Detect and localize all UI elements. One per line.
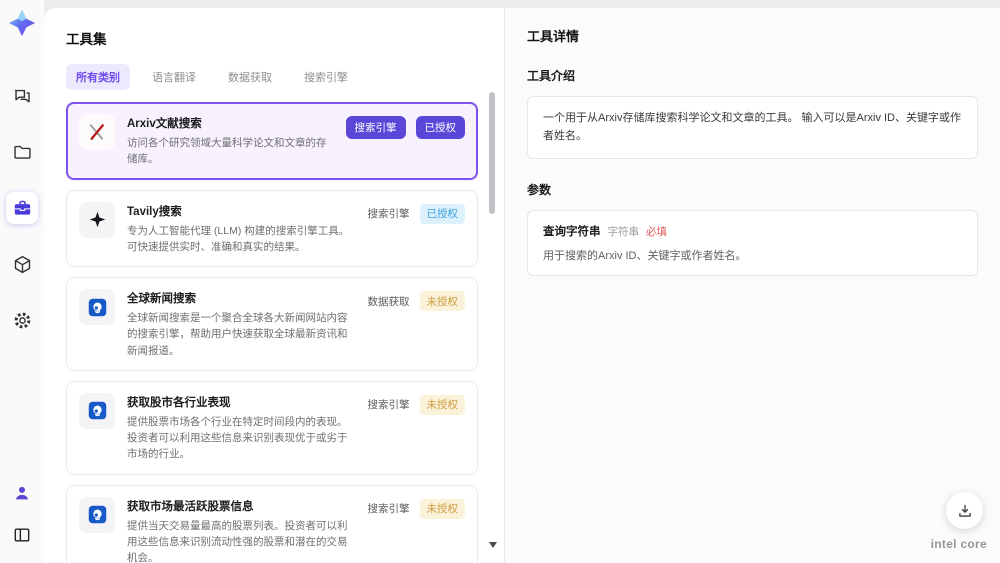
tool-description: 访问各个研究领域大量科学论文和文章的存储库。 — [127, 137, 327, 166]
tool-name: 获取股市各行业表现 — [127, 396, 231, 409]
tool-category-badge: 搜索引擎 — [367, 399, 410, 412]
parameter-required-flag: 必填 — [646, 226, 667, 239]
tool-card-4[interactable]: 获取市场最活跃股票信息 提供当天交易量最高的股票列表。投资者可以利用这些信息来识… — [66, 484, 478, 563]
tool-card-3[interactable]: 获取股市各行业表现 提供股票市场各个行业在特定时间段内的表现。投资者可以利用这些… — [66, 380, 478, 475]
scroll-down-arrow-icon[interactable] — [489, 542, 497, 548]
tool-description: 全球新闻搜索是一个聚合全球各大新闻网站内容的搜索引擎，帮助用户快速获取全球最新资… — [127, 312, 348, 357]
tool-card-1[interactable]: Tavily搜索 专为人工智能代理 (LLM) 构建的搜索引擎工具。可快速提供实… — [66, 189, 478, 268]
tool-name: 获取市场最活跃股票信息 — [127, 500, 254, 513]
tool-category-badge: 搜索引擎 — [345, 116, 406, 139]
tool-card-0[interactable]: Arxiv文献搜索 访问各个研究领域大量科学论文和文章的存储库。 搜索引擎 已授… — [66, 102, 478, 180]
panel-toggle-icon[interactable] — [6, 519, 38, 551]
chat-icon[interactable] — [6, 80, 38, 112]
folder-icon[interactable] — [6, 136, 38, 168]
tavily-icon — [79, 201, 115, 238]
cube-icon[interactable] — [6, 248, 38, 280]
tool-description: 专为人工智能代理 (LLM) 构建的搜索引擎工具。可快速提供实时、准确和真实的结… — [127, 224, 350, 253]
params-heading: 参数 — [527, 183, 552, 198]
tool-name: Arxiv文献搜索 — [127, 118, 202, 130]
tool-name: Tavily搜索 — [127, 205, 182, 218]
stock-search-icon — [79, 392, 115, 429]
tool-category-badge: 数据获取 — [367, 295, 410, 308]
tab-2[interactable]: 数据获取 — [218, 64, 282, 90]
tool-status-badge: 未授权 — [419, 394, 465, 415]
list-scrollbar-thumb[interactable] — [489, 92, 495, 214]
brand-logo: intel core — [930, 537, 987, 551]
detail-title: 工具详情 — [527, 29, 580, 44]
tab-0[interactable]: 所有类别 — [66, 64, 130, 90]
category-tabs: 所有类别 语言翻译 数据获取 搜索引擎 — [66, 64, 478, 90]
rail-bottom — [6, 477, 38, 551]
toolbox-icon[interactable] — [6, 192, 38, 224]
tool-list: Arxiv文献搜索 访问各个研究领域大量科学论文和文章的存储库。 搜索引擎 已授… — [66, 102, 478, 563]
tab-3[interactable]: 搜索引擎 — [294, 64, 358, 90]
download-icon — [958, 504, 971, 517]
rail-nav — [6, 80, 38, 336]
page-title: 工具集 — [66, 32, 107, 47]
tool-description: 提供当天交易量最高的股票列表。投资者可以利用这些信息来识别流动性强的股票和潜在的… — [127, 519, 348, 563]
tool-card-2[interactable]: 全球新闻搜索 全球新闻搜索是一个聚合全球各大新闻网站内容的搜索引擎，帮助用户快速… — [66, 277, 478, 371]
parameter-type: 字符串 — [607, 226, 640, 239]
intro-box: 一个用于从Arxiv存储库搜索科学论文和文章的工具。 输入可以是Arxiv ID… — [527, 96, 978, 160]
detail-column: 工具详情 工具介绍 一个用于从Arxiv存储库搜索科学论文和文章的工具。 输入可… — [504, 8, 1000, 563]
tool-category-badge: 搜索引擎 — [367, 503, 410, 516]
download-button[interactable] — [946, 492, 983, 529]
tool-name: 全球新闻搜索 — [127, 293, 196, 306]
tab-1[interactable]: 语言翻译 — [142, 64, 206, 90]
tools-column: 工具集 所有类别 语言翻译 数据获取 搜索引擎 Arxiv文献搜索 访问各个研究领域大… — [44, 8, 504, 563]
app-logo-icon — [7, 8, 37, 38]
gear-icon[interactable] — [6, 304, 38, 336]
parameter-card: 查询字符串 字符串 必填 用于搜索的Arxiv ID、关键字或作者姓名。 — [527, 210, 978, 277]
intro-heading: 工具介绍 — [527, 69, 576, 83]
parameter-description: 用于搜索的Arxiv ID、关键字或作者姓名。 — [543, 250, 747, 263]
arxiv-icon — [79, 114, 115, 150]
tool-status-badge: 未授权 — [419, 498, 465, 519]
user-icon[interactable] — [6, 477, 38, 509]
tool-category-badge: 搜索引擎 — [367, 208, 410, 221]
main-panel: 工具集 所有类别 语言翻译 数据获取 搜索引擎 Arxiv文献搜索 访问各个研究领域大… — [44, 8, 1000, 563]
tool-description: 提供股票市场各个行业在特定时间段内的表现。投资者可以利用这些信息来识别表现优于或… — [127, 415, 348, 461]
params-list: 查询字符串 字符串 必填 用于搜索的Arxiv ID、关键字或作者姓名。 — [527, 210, 978, 277]
left-rail — [0, 0, 44, 563]
tool-status-badge: 未授权 — [419, 291, 465, 312]
tool-status-badge: 已授权 — [415, 116, 465, 139]
news-search-icon — [79, 289, 115, 326]
parameter-name: 查询字符串 — [543, 226, 601, 239]
stock-search-icon — [79, 496, 115, 533]
tool-status-badge: 已授权 — [419, 203, 465, 224]
